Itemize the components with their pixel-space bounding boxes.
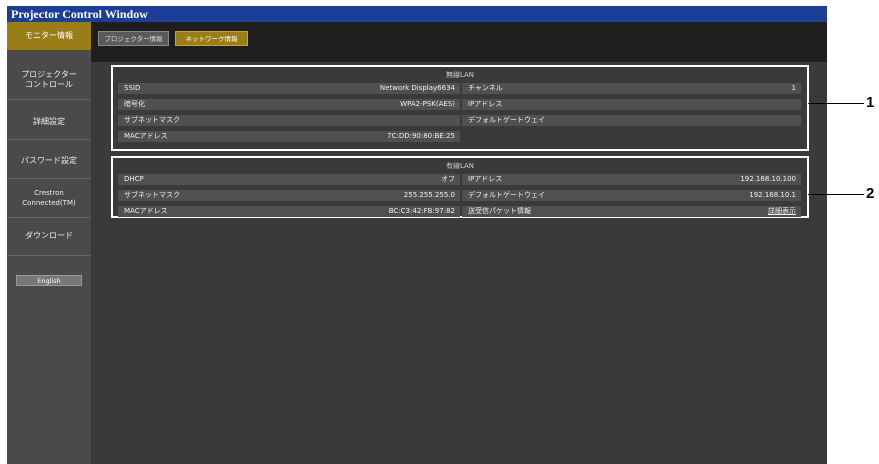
ip-address-label: IPアドレス <box>468 175 503 183</box>
tab-bar: プロジェクター情報 ネットワーク情報 <box>91 22 827 62</box>
sidebar-divider <box>7 139 91 140</box>
subnet-mask-label: サブネットマスク <box>124 116 180 124</box>
callout-number-1: 1 <box>866 94 875 111</box>
sidebar-item-crestron[interactable]: Crestron Connected(TM) <box>7 188 91 208</box>
subnet-mask-value: 255.255.255.0 <box>403 191 455 199</box>
details-link[interactable]: 詳細表示 <box>768 206 796 217</box>
sidebar-item-password-settings[interactable]: パスワード設定 <box>7 156 91 166</box>
table-row: MACアドレス 7C:DD:90:80:BE:25 <box>118 131 460 142</box>
sidebar: モニター情報 プロジェクター コントロール 詳細設定 パスワード設定 Crest… <box>7 22 91 464</box>
callout-number-2: 2 <box>866 185 875 202</box>
mac-address-label: MACアドレス <box>124 132 168 140</box>
table-row: デフォルトゲートウェイ 192.168.10.1 <box>462 190 801 201</box>
table-row: MACアドレス BC:C3:42:FB:97:82 <box>118 206 460 217</box>
table-row: IPアドレス <box>462 99 801 110</box>
english-button[interactable]: English <box>16 275 82 286</box>
sidebar-item-monitor-info[interactable]: モニター情報 <box>7 22 91 50</box>
sidebar-divider <box>7 99 91 100</box>
ip-address-value: 192.168.10.100 <box>740 175 796 183</box>
table-row: DHCP オフ <box>118 174 460 185</box>
tab-projector-info[interactable]: プロジェクター情報 <box>98 31 169 46</box>
mac-address-value: 7C:DD:90:80:BE:25 <box>387 132 455 140</box>
window-title: Projector Control Window <box>7 6 827 22</box>
wired-lan-panel: 有線LAN DHCP オフ IPアドレス 192.168.10.100 サブネッ… <box>111 156 809 218</box>
table-row: 送受信パケット情報 詳細表示 <box>462 206 801 217</box>
table-row: サブネットマスク <box>118 115 460 126</box>
default-gateway-value: 192.168.10.1 <box>749 191 796 199</box>
subnet-mask-label: サブネットマスク <box>124 191 180 199</box>
table-row: SSID Network Display6634 <box>118 83 460 94</box>
dhcp-value: オフ <box>441 175 455 183</box>
default-gateway-label: デフォルトゲートウェイ <box>468 116 545 124</box>
table-row: 暗号化 WPA2-PSK(AES) <box>118 99 460 110</box>
sidebar-divider <box>7 255 91 256</box>
table-row: チャンネル 1 <box>462 83 801 94</box>
ip-address-label: IPアドレス <box>468 100 503 108</box>
mac-address-value: BC:C3:42:FB:97:82 <box>388 207 455 215</box>
ssid-value: Network Display6634 <box>379 84 455 92</box>
tab-network-info[interactable]: ネットワーク情報 <box>175 31 248 46</box>
sidebar-item-projector-control[interactable]: プロジェクター コントロール <box>7 70 91 90</box>
ssid-label: SSID <box>124 84 141 92</box>
sidebar-divider <box>7 217 91 218</box>
default-gateway-label: デフォルトゲートウェイ <box>468 191 545 199</box>
sidebar-item-download[interactable]: ダウンロード <box>7 231 91 241</box>
wired-lan-heading: 有線LAN <box>445 162 475 170</box>
encryption-value: WPA2-PSK(AES) <box>400 100 455 108</box>
projector-control-window: Projector Control Window モニター情報 プロジェクター … <box>7 6 827 464</box>
packet-info-label: 送受信パケット情報 <box>468 207 531 215</box>
dhcp-label: DHCP <box>124 175 144 183</box>
sidebar-item-advanced-settings[interactable]: 詳細設定 <box>7 117 91 127</box>
wireless-lan-heading: 無線LAN <box>445 71 475 79</box>
wireless-lan-panel: 無線LAN SSID Network Display6634 チャンネル 1 暗… <box>111 65 809 151</box>
table-row: デフォルトゲートウェイ <box>462 115 801 126</box>
encryption-label: 暗号化 <box>124 100 145 108</box>
callout-line-2 <box>808 194 864 195</box>
table-row: サブネットマスク 255.255.255.0 <box>118 190 460 201</box>
channel-label: チャンネル <box>468 84 503 92</box>
channel-value: 1 <box>791 84 796 92</box>
mac-address-label: MACアドレス <box>124 207 168 215</box>
sidebar-divider <box>7 178 91 179</box>
callout-line-1 <box>808 103 864 104</box>
table-row: IPアドレス 192.168.10.100 <box>462 174 801 185</box>
